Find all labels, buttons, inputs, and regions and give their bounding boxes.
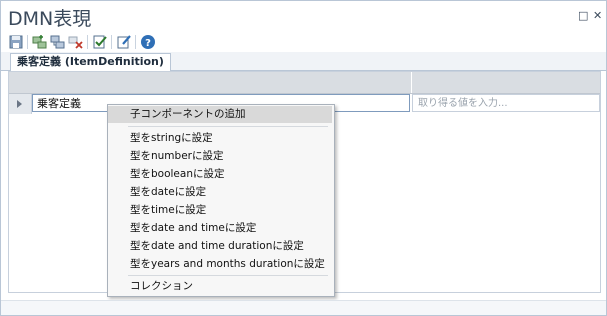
tab-strip: 乗客定義 (ItemDefinition): [1, 52, 606, 71]
dmn-window: DMN表現 □ ✕ ? 乗客定義 (ItemDefinition) 乗客定義 取…: [0, 0, 607, 316]
menu-item-collection[interactable]: コレクション: [108, 278, 332, 295]
add-item-icon[interactable]: [32, 34, 48, 50]
menu-item-type-number[interactable]: 型をnumberに設定: [108, 148, 332, 165]
menu-item-type-string[interactable]: 型をstringに設定: [108, 130, 332, 147]
title-bar: DMN表現 □ ✕: [1, 1, 606, 31]
toolbar-separator: [135, 35, 136, 49]
value-cell[interactable]: 取り得る値を入力...: [412, 94, 600, 112]
menu-item-type-date-and-time-duration[interactable]: 型をdate and time durationに設定: [108, 238, 332, 255]
toolbar-separator: [27, 35, 28, 49]
grid-header: [9, 72, 600, 94]
menu-separator: [128, 275, 328, 276]
menu-item-type-date[interactable]: 型をdateに設定: [108, 184, 332, 201]
context-menu: 子コンポーネントの追加 型をstringに設定 型をnumberに設定 型をbo…: [107, 104, 335, 297]
menu-item-add-child[interactable]: 子コンポーネントの追加: [108, 106, 332, 123]
menu-item-type-date-and-time[interactable]: 型をdate and timeに設定: [108, 220, 332, 237]
close-button[interactable]: ✕: [593, 9, 602, 22]
toolbar: ?: [1, 32, 606, 52]
row-selector[interactable]: [9, 94, 32, 114]
toolbar-separator: [87, 35, 88, 49]
add-child-icon[interactable]: [50, 34, 66, 50]
restore-button[interactable]: □: [578, 9, 588, 22]
column-divider: [411, 72, 412, 93]
menu-separator: [128, 126, 328, 127]
tab-item-definition[interactable]: 乗客定義 (ItemDefinition): [10, 53, 171, 71]
save-icon[interactable]: [8, 34, 24, 50]
menu-item-type-years-and-months-duration[interactable]: 型をyears and months durationに設定: [108, 256, 332, 273]
window-title: DMN表現: [8, 8, 92, 30]
status-bar: [1, 300, 606, 315]
toolbar-separator: [111, 35, 112, 49]
svg-text:?: ?: [145, 38, 151, 49]
help-icon[interactable]: ?: [140, 34, 156, 50]
validate-icon[interactable]: [92, 34, 108, 50]
menu-item-type-time[interactable]: 型をtimeに設定: [108, 202, 332, 219]
delete-icon[interactable]: [68, 34, 84, 50]
menu-item-type-boolean[interactable]: 型をbooleanに設定: [108, 166, 332, 183]
edit-icon[interactable]: [116, 34, 132, 50]
row-arrow-icon: [17, 100, 22, 108]
